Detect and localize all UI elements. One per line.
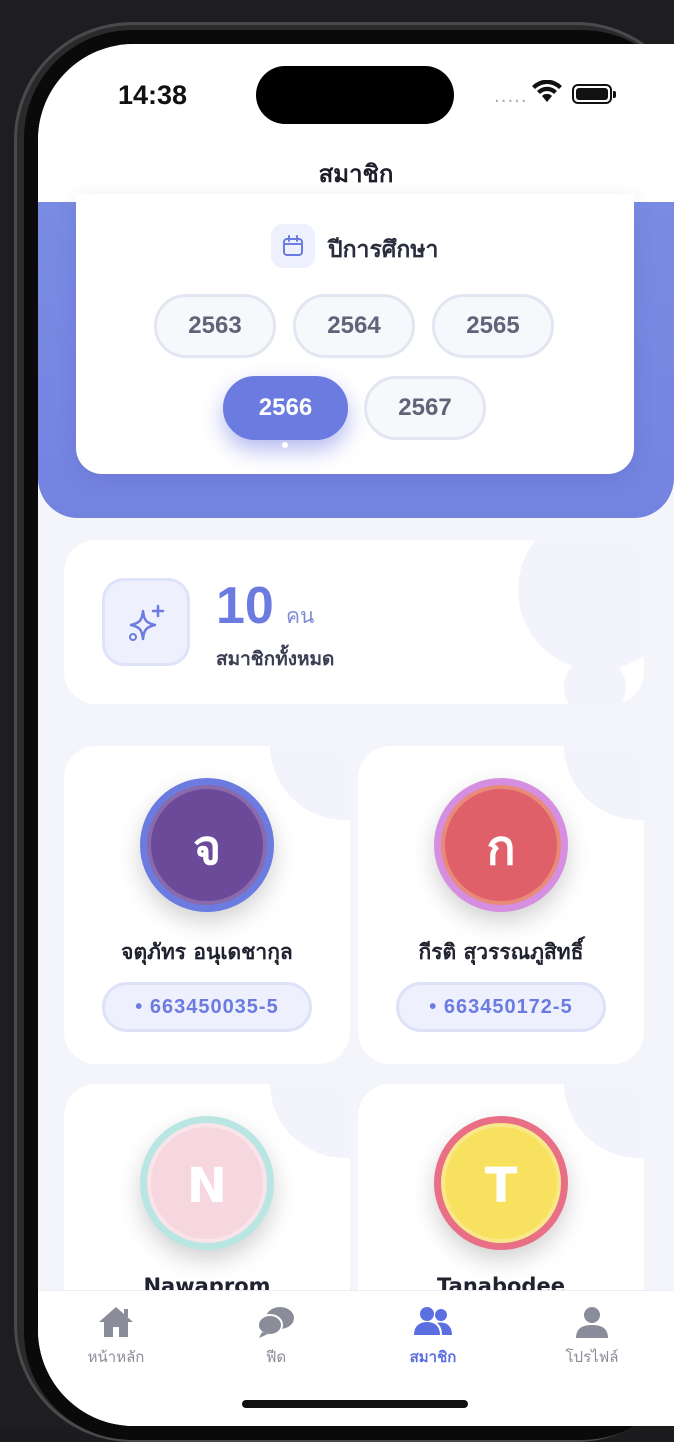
avatar: T	[434, 1116, 568, 1250]
sparkle-icon	[102, 578, 190, 666]
member-count: 10	[216, 577, 274, 635]
chat-icon	[257, 1307, 294, 1338]
member-card[interactable]: จ จตุภัทร อนุเดชากุล • 663450035-5	[64, 746, 350, 1064]
decorative-circle	[270, 746, 350, 820]
avatar-initial: ก	[441, 785, 561, 905]
dynamic-island	[256, 66, 454, 124]
avatar-initial: จ	[147, 785, 267, 905]
member-count-label: สมาชิกทั้งหมด	[216, 648, 335, 670]
year-chip-2567[interactable]: 2567	[364, 376, 486, 440]
year-chip-2564[interactable]: 2564	[293, 294, 415, 358]
status-time: 14:38	[118, 80, 188, 110]
home-indicator	[242, 1400, 468, 1408]
selected-indicator-dot	[282, 442, 288, 448]
tab-feed-label: ฟีด	[265, 1348, 287, 1366]
tab-members[interactable]: สมาชิก	[383, 1305, 483, 1369]
status-bar: 14:38 .....	[38, 44, 674, 154]
tab-home[interactable]: หน้าหลัก	[66, 1305, 166, 1369]
avatar-initial: T	[441, 1123, 561, 1243]
member-stats-card: 10 คน สมาชิกทั้งหมด	[64, 540, 644, 704]
tab-members-label: สมาชิก	[409, 1348, 457, 1366]
wifi-icon	[532, 80, 562, 102]
home-icon	[99, 1307, 133, 1337]
app-screen: 14:38 ..... สมาชิก ปีการศึกษา 2563 2564 …	[38, 44, 674, 1426]
avatar: N	[140, 1116, 274, 1250]
member-name: จตุภัทร อนุเดชากุล	[121, 940, 293, 964]
decorative-circle	[564, 746, 644, 820]
year-chip-2565[interactable]: 2565	[432, 294, 554, 358]
avatar: ก	[434, 778, 568, 912]
user-icon	[576, 1307, 608, 1338]
year-chip-2566[interactable]: 2566	[223, 376, 348, 440]
student-id-badge: • 663450035-5	[102, 982, 312, 1032]
tab-home-label: หน้าหลัก	[87, 1348, 145, 1366]
year-chip-2563[interactable]: 2563	[154, 294, 276, 358]
decorative-circle	[518, 540, 644, 670]
decorative-circle	[564, 1084, 644, 1158]
users-icon	[414, 1307, 452, 1335]
avatar: จ	[140, 778, 274, 912]
calendar-icon	[271, 224, 315, 268]
battery-icon	[572, 84, 616, 104]
student-id-badge: • 663450172-5	[396, 982, 606, 1032]
member-count-unit: คน	[286, 604, 315, 628]
tab-profile[interactable]: โปรไฟล์	[542, 1305, 642, 1369]
academic-year-label: ปีการศึกษา	[328, 237, 439, 263]
avatar-initial: N	[147, 1123, 267, 1243]
member-card[interactable]: ก กีรติ สุวรรณภูสิทธิ์ • 663450172-5	[358, 746, 644, 1064]
member-name: กีรติ สุวรรณภูสิทธิ์	[418, 940, 584, 964]
tab-feed[interactable]: ฟีด	[226, 1305, 326, 1369]
decorative-circle	[270, 1084, 350, 1158]
tab-profile-label: โปรไฟล์	[565, 1348, 619, 1366]
signal-icon: .....	[494, 86, 528, 107]
